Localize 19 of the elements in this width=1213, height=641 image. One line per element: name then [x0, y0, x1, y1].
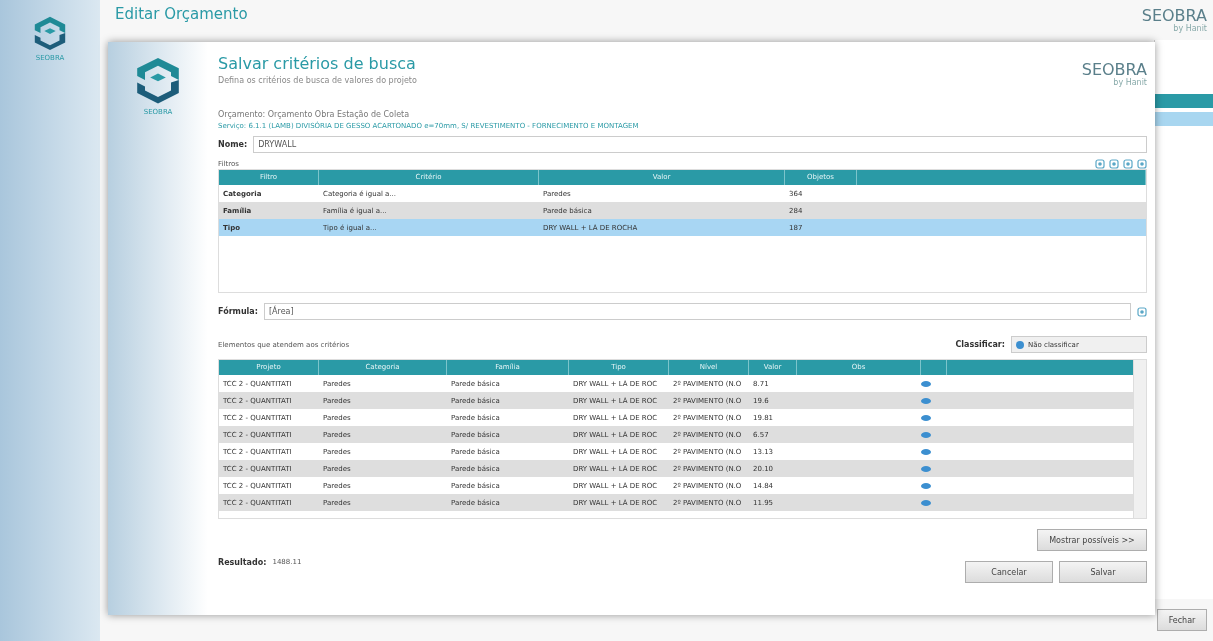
- budget-text: Orçamento: Orçamento Obra Estação de Coleta: [218, 110, 411, 119]
- dialog-title: Salvar critérios de busca: [218, 54, 417, 73]
- brand-subtitle: by Hanit: [1173, 24, 1207, 33]
- scrollbar[interactable]: [1133, 360, 1146, 518]
- brand-name: SEOBRA: [1081, 62, 1147, 78]
- save-button[interactable]: Salvar: [1059, 561, 1147, 583]
- name-field[interactable]: DRYWALL: [253, 136, 1147, 153]
- result-label: Resultado:: [218, 557, 267, 567]
- dialog-subtitle: Defina os critérios de busca de valores do projeto: [218, 76, 417, 85]
- formula-field[interactable]: [Área]: [263, 303, 1131, 320]
- formula-label: Fórmula:: [218, 307, 258, 316]
- close-button[interactable]: Fechar: [1157, 609, 1207, 631]
- cancel-button[interactable]: Cancelar: [965, 561, 1053, 583]
- name-label: Nome:: [218, 140, 248, 149]
- brand-name: SEOBRA: [1141, 8, 1207, 24]
- sort-label: Classificar:: [955, 340, 1005, 349]
- show-possible-button[interactable]: Mostrar possíveis >>: [1037, 529, 1147, 551]
- window-title: Editar Orçamento: [115, 5, 248, 23]
- brand-subtitle: by Hanit: [1113, 78, 1147, 87]
